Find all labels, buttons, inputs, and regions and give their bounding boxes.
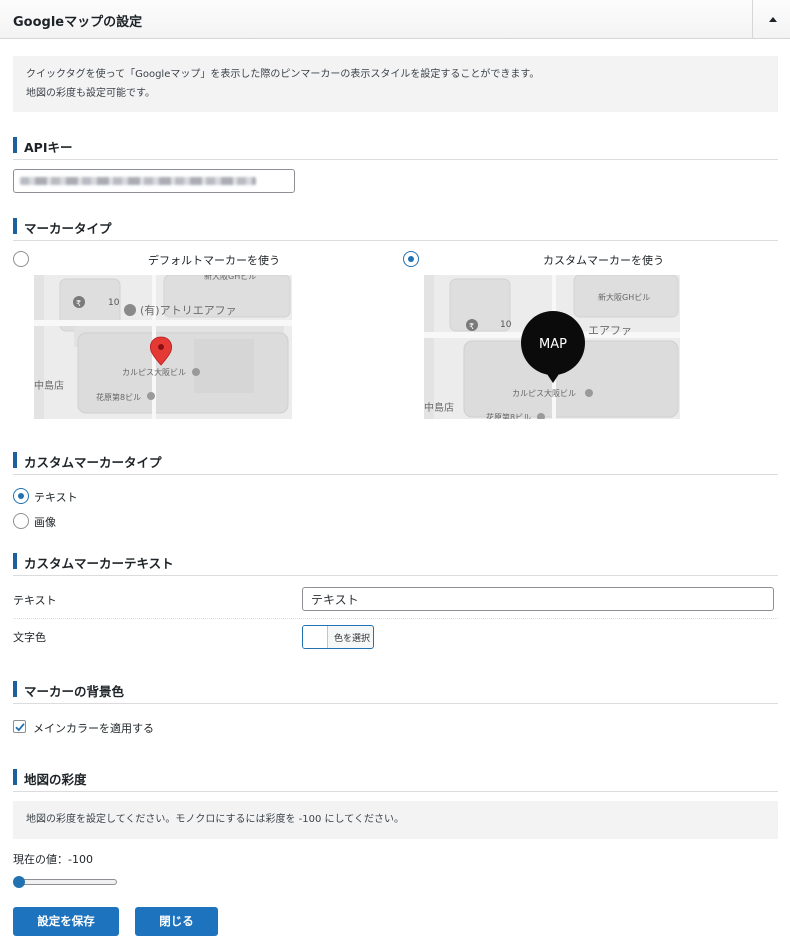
svg-text:₹: ₹ bbox=[76, 299, 81, 308]
panel-toggle-button[interactable] bbox=[752, 0, 790, 39]
section-marker-bar bbox=[13, 452, 17, 468]
map-image: ₹ 10 新大阪GHビル エアファ カルピス大阪ビル 花原第8ビル 中島店 MA… bbox=[424, 275, 680, 419]
saturation-slider-thumb[interactable] bbox=[13, 876, 25, 888]
radio-custom-marker[interactable] bbox=[403, 251, 419, 267]
saturation-current-value: 現在の値：-100 bbox=[13, 853, 93, 866]
map-label-nakajima: 中島店 bbox=[34, 379, 64, 392]
saturation-note: 地図の彩度を設定してください。モノクロにするには彩度を -100 にしてください… bbox=[13, 801, 778, 839]
section-title: マーカーの背景色 bbox=[24, 684, 125, 699]
section-marker-bar bbox=[13, 769, 17, 785]
map-label-number: 10 bbox=[500, 320, 512, 330]
map-label-atelier: (有)アトリエアファ bbox=[140, 303, 237, 317]
text-field-label: テキスト bbox=[13, 594, 57, 607]
section-title: マーカータイプ bbox=[24, 221, 112, 236]
map-label-building: 新大阪GHビル bbox=[598, 292, 650, 302]
map-label-building: 新大阪GHビル bbox=[204, 275, 256, 281]
panel-header: Googleマップの設定 bbox=[0, 0, 790, 39]
select-color-label: 色を選択 bbox=[334, 634, 371, 644]
check-icon bbox=[15, 723, 25, 732]
saturation-slider[interactable] bbox=[15, 879, 117, 885]
section-custom-marker-type: カスタムマーカータイプ bbox=[13, 451, 778, 475]
main-color-checkbox[interactable] bbox=[13, 720, 26, 733]
radio-marker-image[interactable] bbox=[13, 513, 29, 529]
section-title: カスタムマーカータイプ bbox=[24, 455, 162, 470]
section-title: 地図の彩度 bbox=[24, 772, 87, 787]
section-marker-bg: マーカーの背景色 bbox=[13, 680, 778, 704]
api-key-input[interactable] bbox=[13, 169, 295, 193]
section-marker-bar bbox=[13, 218, 17, 234]
map-label-calpis: カルピス大阪ビル bbox=[122, 367, 186, 377]
section-custom-marker-text: カスタムマーカーテキスト bbox=[13, 552, 778, 576]
text-color-label: 文字色 bbox=[13, 631, 46, 644]
custom-marker-preview: ₹ 10 新大阪GHビル エアファ カルピス大阪ビル 花原第8ビル 中島店 MA… bbox=[424, 275, 680, 419]
main-color-checkbox-label: メインカラーを適用する bbox=[33, 722, 154, 735]
select-color-button[interactable]: 色を選択 bbox=[302, 625, 374, 649]
saturation-note-text: 地図の彩度を設定してください。モノクロにするには彩度を -100 にしてください… bbox=[26, 814, 404, 825]
radio-marker-image-label: 画像 bbox=[34, 516, 56, 529]
radio-custom-marker-label: カスタムマーカーを使う bbox=[543, 254, 664, 267]
section-marker-bar bbox=[13, 553, 17, 569]
intro-note: クイックタグを使って「Googleマップ」を表示した際のピンマーカーの表示スタイ… bbox=[13, 56, 778, 112]
custom-marker-text: MAP bbox=[539, 337, 567, 352]
color-swatch bbox=[303, 626, 328, 648]
section-title: カスタムマーカーテキスト bbox=[24, 556, 174, 571]
close-button[interactable]: 閉じる bbox=[135, 907, 218, 936]
default-marker-preview: ₹ 10 (有)アトリエアファ 新大阪GHビル カルピス大阪ビル 花原第8ビル … bbox=[34, 275, 292, 419]
api-key-blurred bbox=[20, 177, 256, 185]
svg-text:₹: ₹ bbox=[469, 322, 474, 331]
section-saturation: 地図の彩度 bbox=[13, 768, 778, 792]
map-label-calpis: カルピス大阪ビル bbox=[512, 388, 576, 398]
map-label-atelier: エアファ bbox=[588, 324, 632, 337]
intro-note-line2: 地図の彩度も設定可能です。 bbox=[26, 88, 155, 99]
section-api-key: APIキー bbox=[13, 136, 778, 160]
radio-default-marker-label: デフォルトマーカーを使う bbox=[148, 254, 280, 267]
section-title: APIキー bbox=[24, 140, 73, 155]
map-label-nakajima: 中島店 bbox=[424, 401, 454, 414]
map-label-number: 10 bbox=[108, 298, 120, 308]
panel-title: Googleマップの設定 bbox=[13, 15, 143, 30]
section-marker-bar bbox=[13, 137, 17, 153]
marker-text-input[interactable]: テキスト bbox=[302, 587, 774, 611]
field-divider bbox=[13, 618, 778, 619]
map-image: ₹ 10 (有)アトリエアファ 新大阪GHビル カルピス大阪ビル 花原第8ビル … bbox=[34, 275, 292, 419]
map-label-kahara: 花原第8ビル bbox=[96, 392, 141, 402]
intro-note-line1: クイックタグを使って「Googleマップ」を表示した際のピンマーカーの表示スタイ… bbox=[26, 69, 540, 80]
radio-default-marker[interactable] bbox=[13, 251, 29, 267]
section-marker-bar bbox=[13, 681, 17, 697]
triangle-up-icon bbox=[769, 17, 777, 22]
radio-marker-text-label: テキスト bbox=[34, 491, 78, 504]
marker-text-value: テキスト bbox=[311, 593, 359, 607]
radio-marker-text[interactable] bbox=[13, 488, 29, 504]
section-marker-type: マーカータイプ bbox=[13, 217, 778, 241]
save-settings-button[interactable]: 設定を保存 bbox=[13, 907, 119, 936]
map-label-kahara: 花原第8ビル bbox=[486, 412, 531, 419]
